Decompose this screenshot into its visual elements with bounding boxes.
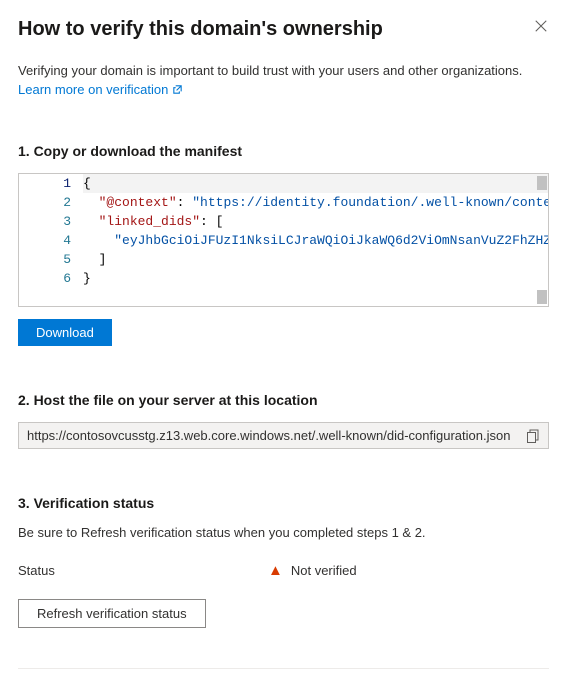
section-verification: 3. Verification status Be sure to Refres… [18, 495, 549, 628]
code-content: { [83, 174, 548, 193]
code-content: "eyJhbGciOiJFUzI1NksiLCJraWQiOiJkaWQ6d2V… [83, 231, 548, 250]
refresh-status-button[interactable]: Refresh verification status [18, 599, 206, 628]
external-link-icon [172, 84, 183, 95]
close-button[interactable] [533, 18, 549, 34]
status-row: Status ▲ Not verified [18, 562, 549, 579]
section-2-title: 2. Host the file on your server at this … [18, 392, 549, 408]
section-1-title: 1. Copy or download the manifest [18, 143, 549, 159]
code-line[interactable]: 5 ] [19, 250, 548, 269]
host-url-text: https://contosovcusstg.z13.web.core.wind… [27, 428, 510, 443]
section-manifest: 1. Copy or download the manifest 1{2 "@c… [18, 143, 549, 346]
code-content: "@context": "https://identity.foundation… [83, 193, 548, 212]
download-button[interactable]: Download [18, 319, 112, 346]
code-line[interactable]: 1{ [19, 174, 548, 193]
page-title: How to verify this domain's ownership [18, 18, 383, 41]
scrollbar-thumb-top[interactable] [537, 176, 547, 190]
line-number: 3 [19, 212, 83, 231]
code-line[interactable]: 3 "linked_dids": [ [19, 212, 548, 231]
learn-more-label: Learn more on verification [18, 82, 168, 97]
line-number: 2 [19, 193, 83, 212]
code-line[interactable]: 6} [19, 269, 548, 288]
code-content: "linked_dids": [ [83, 212, 548, 231]
line-number: 1 [19, 174, 83, 193]
verification-help-text: Be sure to Refresh verification status w… [18, 525, 549, 540]
copy-icon[interactable] [526, 429, 540, 443]
close-icon [534, 19, 548, 33]
line-number: 4 [19, 231, 83, 250]
divider [18, 668, 549, 669]
section-3-title: 3. Verification status [18, 495, 549, 511]
code-line[interactable]: 4 "eyJhbGciOiJFUzI1NksiLCJraWQiOiJkaWQ6d… [19, 231, 548, 250]
manifest-code-editor[interactable]: 1{2 "@context": "https://identity.founda… [18, 173, 549, 307]
code-content: ] [83, 250, 548, 269]
status-label: Status [18, 563, 268, 578]
code-content: } [83, 269, 548, 288]
host-url-box: https://contosovcusstg.z13.web.core.wind… [18, 422, 549, 449]
scrollbar-thumb-bottom[interactable] [537, 290, 547, 304]
section-host: 2. Host the file on your server at this … [18, 392, 549, 449]
learn-more-link[interactable]: Learn more on verification [18, 82, 183, 97]
status-value: Not verified [291, 563, 357, 578]
line-number: 6 [19, 269, 83, 288]
warning-icon: ▲ [268, 562, 283, 579]
line-number: 5 [19, 250, 83, 269]
intro-text: Verifying your domain is important to bu… [18, 63, 549, 78]
code-line[interactable]: 2 "@context": "https://identity.foundati… [19, 193, 548, 212]
